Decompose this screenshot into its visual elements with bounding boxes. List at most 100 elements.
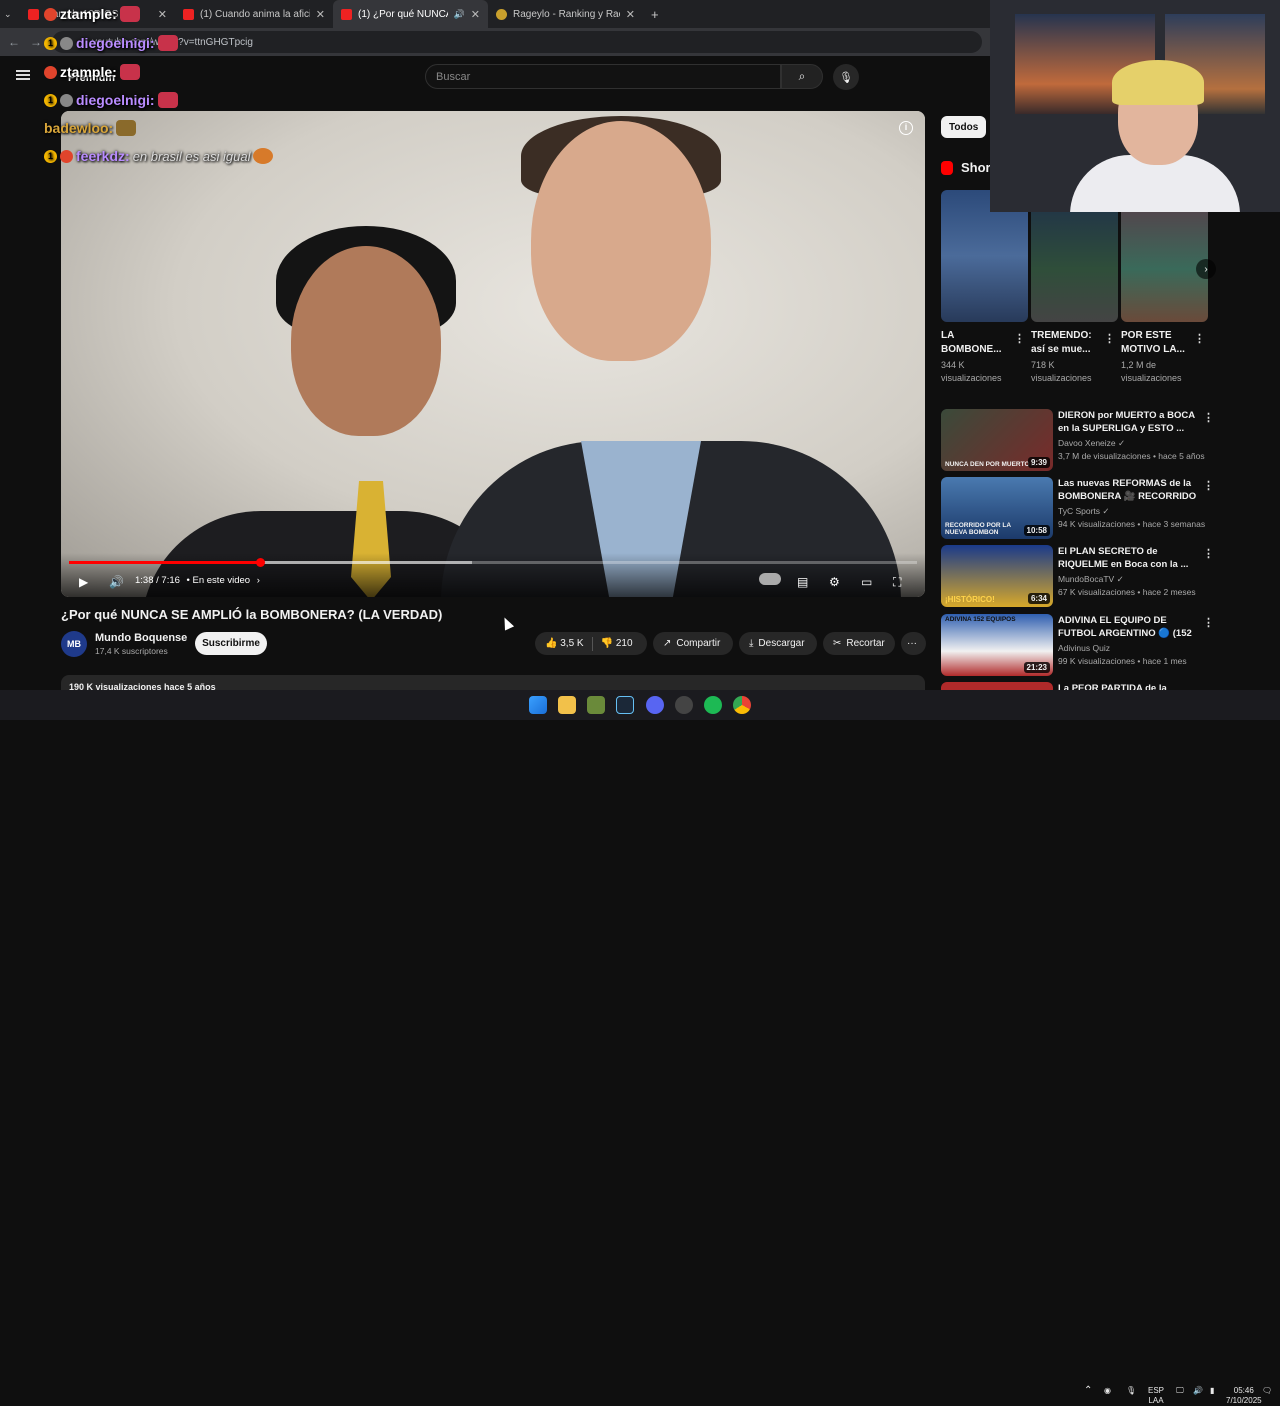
thumbnail-text: RECORRIDO POR LA NUEVA BOMBON (945, 522, 1011, 536)
thumbs-down-icon: 👎 (600, 638, 614, 649)
settings-icon[interactable]: ⚙ (829, 575, 840, 589)
recommended-video[interactable]: ¡HISTÓRICO! 6:34 El PLAN SECRETO de RIQUE… (941, 545, 1216, 607)
info-icon[interactable]: i (899, 121, 913, 135)
video-player[interactable]: i ▶ 🔊 1:38 / 7:16 • En este video › ▤ ⚙ … (61, 111, 925, 597)
close-tab-icon[interactable]: ✕ (316, 8, 325, 21)
chat-badge-icon (60, 149, 73, 163)
tab-2[interactable]: (1) Cuando anima la afición de ✕ (175, 0, 333, 28)
spotify-icon[interactable] (704, 696, 722, 714)
more-actions-button[interactable]: ··· (901, 632, 926, 655)
progress-bar[interactable] (69, 558, 917, 567)
short-card[interactable]: POR ESTE MOTIVO LA... 1,2 M de visualiza… (1121, 190, 1208, 385)
theater-mode-icon[interactable]: ▭ (861, 575, 872, 589)
like-button[interactable]: 👍 3,5 K (545, 638, 584, 649)
twitch-favicon-icon (28, 8, 39, 20)
chapter-link[interactable]: En este video (193, 575, 251, 586)
filter-chip-all[interactable]: Todos (941, 116, 987, 138)
speaker-icon[interactable]: 🔊 (454, 9, 465, 20)
clip-label: Recortar (846, 638, 885, 649)
more-icon[interactable]: ⋮ (1203, 411, 1214, 424)
channel-name[interactable]: Adivinus Quiz (1058, 643, 1110, 653)
steam-icon[interactable] (616, 696, 634, 714)
autoplay-toggle[interactable] (759, 573, 781, 585)
video-title: La PEOR PARTIDA de la AFEDET (1058, 683, 1167, 690)
short-card[interactable]: TREMENDO: así se mue... 718 K visualizac… (1031, 190, 1118, 385)
shorts-title: Shor (961, 160, 991, 175)
close-tab-icon[interactable]: ✕ (471, 8, 480, 21)
share-label: Compartir (676, 638, 721, 649)
short-title: TREMENDO: así se mue... (1031, 330, 1092, 355)
file-explorer-icon[interactable] (558, 696, 576, 714)
chat-message: 1 feerkdz: en brasil es asi igual (44, 148, 274, 164)
like-dislike-bar: 👍 3,5 K 👎 210 (535, 632, 647, 655)
subtitles-icon[interactable]: ▤ (797, 575, 808, 589)
chevron-down-icon: ⌄ (4, 8, 12, 19)
more-icon[interactable]: ⋮ (1194, 332, 1205, 345)
tab-label: (1) ¿Por qué NUNCA SE AM (358, 8, 448, 20)
recommended-video[interactable]: NUNCA DEN POR MUERTO A 9:39 DIERON por MU… (941, 409, 1216, 471)
share-button[interactable]: ↗ Compartir (653, 632, 733, 655)
scrubber-handle[interactable] (255, 558, 265, 567)
new-tab-button[interactable]: + (643, 0, 667, 28)
more-icon[interactable]: ⋮ (1203, 616, 1214, 629)
notifications-icon[interactable]: 🗨 (1262, 1386, 1272, 1396)
recommended-video[interactable]: ADIVINA 152 EQUIPOS 21:23 ADIVINA EL EQUI… (941, 614, 1216, 676)
tab-4[interactable]: Rageylo - Ranking y Racha de ✕ (488, 0, 643, 28)
video-meta: 3,7 M de visualizaciones • hace 5 años (1058, 451, 1205, 461)
tray-chevron-up-icon[interactable]: ⌃ (1084, 1386, 1092, 1396)
more-icon[interactable]: ⋮ (1203, 479, 1214, 492)
search-input[interactable]: Buscar (425, 64, 781, 89)
close-tab-icon[interactable]: ✕ (626, 8, 635, 21)
more-icon[interactable]: ⋮ (1104, 332, 1115, 345)
app-icon[interactable] (675, 696, 693, 714)
chat-username: feerkdz: (76, 148, 130, 164)
tab-label: Rageylo - Ranking y Racha de (513, 8, 620, 20)
channel-name[interactable]: Mundo Boquense (95, 632, 187, 644)
url-field[interactable]: youtube.com/watch?v=ttnGHGTpcig (52, 31, 982, 53)
thumbnail-text: ADIVINA 152 EQUIPOS (945, 616, 1016, 623)
dislike-button[interactable]: 👎 210 (601, 638, 633, 649)
channel-name[interactable]: MundoBocaTV ✓ (1058, 574, 1124, 585)
more-icon[interactable]: ⋮ (1203, 547, 1214, 560)
short-card[interactable]: LA BOMBONE... 344 K visualizaciones ⋮ (941, 190, 1028, 385)
channel-name[interactable]: TyC Sports ✓ (1058, 506, 1110, 517)
share-icon: ↗ (663, 638, 672, 649)
chrome-icon[interactable] (733, 696, 751, 714)
windows-start-icon[interactable] (529, 696, 547, 714)
battery-icon[interactable]: ▮ (1210, 1386, 1214, 1396)
fullscreen-icon[interactable]: ⛶ (893, 575, 901, 590)
volume-icon[interactable]: 🔊 (109, 575, 124, 589)
app-icon[interactable] (587, 696, 605, 714)
tray-app-icon[interactable]: ◉ (1104, 1386, 1111, 1396)
chat-username: diegoelnigi: (76, 35, 155, 51)
search-button[interactable]: ⌕ (781, 64, 823, 89)
tab-label: (1) Cuando anima la afición de (200, 8, 310, 20)
forward-arrow-icon[interactable]: → (30, 35, 42, 49)
thumbnail-text: ¡HISTÓRICO! (945, 595, 995, 604)
clock-date: 7/10/2025 (1226, 1396, 1262, 1405)
channel-avatar[interactable]: MB (61, 631, 87, 657)
shorts-next-button[interactable]: › (1196, 259, 1216, 279)
channel-name[interactable]: Davoo Xeneize ✓ (1058, 438, 1125, 449)
play-icon[interactable]: ▶ (79, 575, 88, 589)
network-icon[interactable]: 🖵 (1176, 1386, 1184, 1396)
download-button[interactable]: ⤓ Descargar (739, 632, 817, 655)
microphone-icon[interactable]: 🎙 (1126, 1386, 1136, 1396)
tab-3-active[interactable]: (1) ¿Por qué NUNCA SE AM 🔊 ✕ (333, 0, 488, 28)
clip-button[interactable]: ✂ Recortar (823, 632, 895, 655)
recommended-video[interactable]: La PEOR PARTIDA de la AFEDET (941, 682, 1216, 690)
close-tab-icon[interactable]: ✕ (158, 8, 167, 21)
subscribe-button[interactable]: Suscribirme (195, 632, 267, 655)
video-thumbnail: ADIVINA 152 EQUIPOS 21:23 (941, 614, 1053, 676)
shorts-icon (941, 160, 953, 175)
back-arrow-icon[interactable]: ← (8, 35, 20, 49)
microphone-button[interactable]: 🎙 (833, 64, 859, 90)
volume-icon[interactable]: 🔊 (1193, 1386, 1203, 1396)
more-icon[interactable]: ⋮ (1014, 332, 1025, 345)
recommended-video[interactable]: RECORRIDO POR LA NUEVA BOMBON 10:58 Las n… (941, 477, 1216, 539)
discord-icon[interactable] (646, 696, 664, 714)
clock[interactable]: 05:46 7/10/2025 (1226, 1386, 1262, 1406)
menu-icon[interactable] (16, 70, 30, 80)
language-indicator[interactable]: ESP LAA (1148, 1386, 1164, 1406)
tab-list-button[interactable]: ⌄ (0, 0, 20, 28)
